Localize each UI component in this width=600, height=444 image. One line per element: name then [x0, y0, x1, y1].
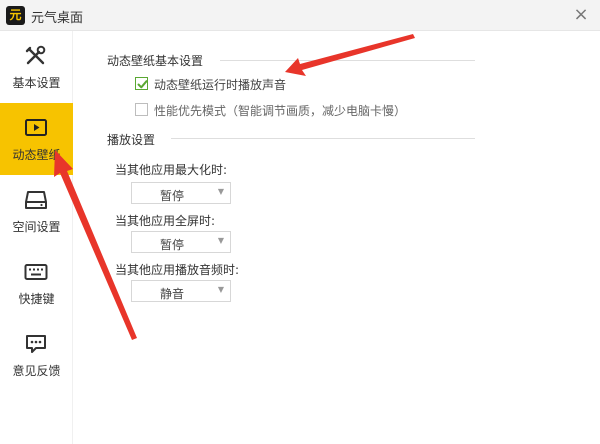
- settings-panel: 动态壁纸基本设置 动态壁纸运行时播放声音 性能优先模式（智能调节画质，减少电脑卡…: [73, 31, 600, 444]
- close-button[interactable]: ×: [570, 4, 592, 26]
- sidebar-item-label: 动态壁纸: [12, 148, 61, 162]
- sidebar-item-space-settings[interactable]: 空间设置: [0, 175, 73, 247]
- select-value: 暂停: [159, 189, 184, 203]
- sidebar-item-label: 基本设置: [12, 76, 61, 90]
- tools-icon: [25, 45, 46, 65]
- checkbox-checked[interactable]: [135, 77, 148, 90]
- option-label: 动态壁纸运行时播放声音: [154, 78, 287, 92]
- sidebar-item-feedback[interactable]: 意见反馈: [0, 319, 73, 391]
- field-label-maximized: 当其他应用最大化时:: [115, 163, 228, 177]
- keyboard-icon: [24, 264, 48, 280]
- option-play-sound[interactable]: 动态壁纸运行时播放声音: [135, 75, 395, 93]
- disk-icon: [25, 191, 47, 209]
- section-divider: [220, 60, 475, 61]
- select-maximized-action[interactable]: 暂停 ▼: [131, 182, 231, 204]
- sidebar-item-dynamic-wallpaper[interactable]: 动态壁纸: [0, 103, 73, 175]
- chevron-down-icon: ▼: [217, 285, 224, 294]
- select-audio-action[interactable]: 静音 ▼: [131, 280, 231, 302]
- feedback-icon: [26, 335, 46, 353]
- play-screen-icon: [25, 119, 47, 136]
- option-label: 性能优先模式（智能调节画质，减少电脑卡慢）: [154, 104, 407, 118]
- select-fullscreen-action[interactable]: 暂停 ▼: [131, 231, 231, 253]
- chevron-down-icon: ▼: [217, 187, 224, 196]
- title-bar: 元 元气桌面 ×: [0, 0, 600, 31]
- section-title-basic: 动态壁纸基本设置: [107, 54, 204, 68]
- field-label-audio: 当其他应用播放音频时:: [115, 263, 240, 277]
- section-divider: [171, 138, 475, 139]
- sidebar: 基本设置 动态壁纸 空间设置 快捷键 意见反馈: [0, 31, 73, 444]
- checkbox-unchecked[interactable]: [135, 103, 148, 116]
- app-logo-icon: 元: [6, 6, 25, 25]
- window-title: 元气桌面: [31, 11, 84, 26]
- sidebar-item-shortcuts[interactable]: 快捷键: [0, 247, 73, 319]
- field-label-fullscreen: 当其他应用全屏时:: [115, 214, 216, 228]
- select-value: 暂停: [159, 238, 184, 252]
- option-performance-mode[interactable]: 性能优先模式（智能调节画质，减少电脑卡慢）: [135, 101, 435, 119]
- section-title-playback: 播放设置: [107, 133, 156, 147]
- check-icon: [137, 80, 148, 89]
- sidebar-item-label: 空间设置: [12, 220, 61, 234]
- sidebar-item-basic-settings[interactable]: 基本设置: [0, 31, 73, 103]
- chevron-down-icon: ▼: [217, 236, 224, 245]
- sidebar-item-label: 快捷键: [18, 292, 55, 306]
- sidebar-item-label: 意见反馈: [12, 364, 61, 378]
- select-value: 静音: [159, 287, 184, 301]
